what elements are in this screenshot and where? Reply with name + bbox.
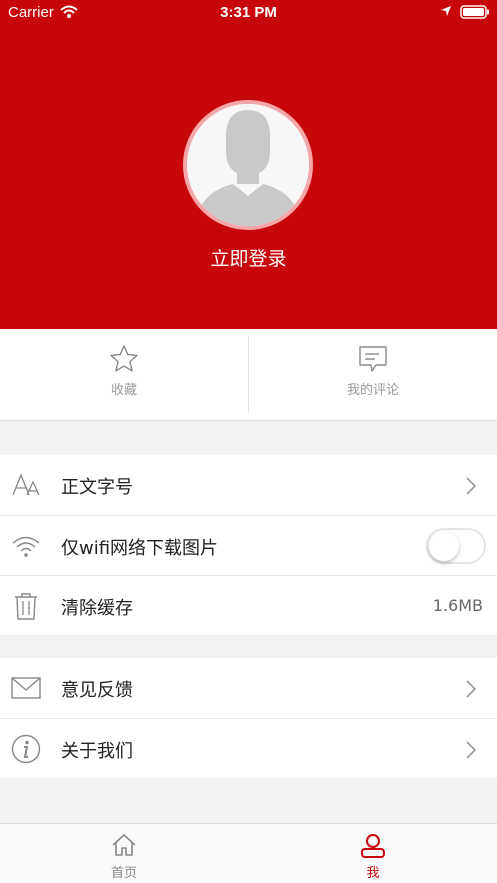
toggle-knob (429, 531, 459, 561)
chevron-right-icon (465, 476, 477, 500)
trash-icon (11, 591, 41, 621)
wifi-only-row: 仅wifi网络下载图片 (0, 515, 497, 575)
my-comments-label: 我的评论 (346, 383, 399, 398)
font-size-label: 正文字号 (61, 477, 133, 498)
wifi-only-toggle[interactable] (426, 528, 486, 564)
battery-icon (460, 5, 490, 23)
feedback-row[interactable]: 意见反馈 (0, 658, 497, 718)
login-link[interactable]: 立即登录 (0, 244, 497, 271)
chevron-right-icon (465, 740, 477, 764)
profile-header: Carrier 3:31 PM 立即登录 (0, 0, 497, 329)
clear-cache-label: 清除缓存 (61, 598, 133, 619)
avatar[interactable] (183, 100, 313, 230)
font-size-icon (11, 470, 41, 500)
tab-home-label: 首页 (110, 866, 137, 881)
info-icon (11, 734, 41, 764)
user-icon (360, 833, 386, 863)
my-comments-button[interactable]: 我的评论 (249, 329, 497, 421)
favorites-button[interactable]: 收藏 (0, 329, 248, 421)
font-size-row[interactable]: 正文字号 (0, 455, 497, 515)
feedback-label: 意见反馈 (61, 680, 133, 701)
tab-bar: 首页 我 (0, 823, 497, 883)
wifi-only-label: 仅wifi网络下载图片 (61, 538, 219, 559)
chevron-right-icon (465, 679, 477, 703)
tab-me[interactable]: 我 (249, 824, 497, 883)
quick-actions: 收藏 我的评论 (0, 329, 497, 421)
status-bar: Carrier 3:31 PM (0, 0, 497, 26)
wifi-icon (11, 531, 41, 561)
star-icon (109, 344, 139, 378)
default-avatar-icon (187, 104, 309, 226)
tab-home[interactable]: 首页 (0, 824, 248, 883)
about-us-label: 关于我们 (61, 741, 133, 762)
tab-me-label: 我 (366, 866, 380, 881)
cache-size: 1.6MB (432, 596, 483, 615)
mail-icon (11, 673, 41, 703)
about-us-row[interactable]: 关于我们 (0, 718, 497, 778)
comment-icon (358, 344, 388, 378)
favorites-label: 收藏 (110, 383, 137, 398)
status-time: 3:31 PM (220, 4, 277, 21)
settings-group: 正文字号 仅wifi网络下载图片 清除缓存 1.6MB (0, 455, 497, 635)
location-arrow-icon (440, 5, 452, 21)
clear-cache-row[interactable]: 清除缓存 1.6MB (0, 575, 497, 635)
about-group: 意见反馈 关于我们 (0, 658, 497, 778)
home-icon (111, 833, 137, 861)
